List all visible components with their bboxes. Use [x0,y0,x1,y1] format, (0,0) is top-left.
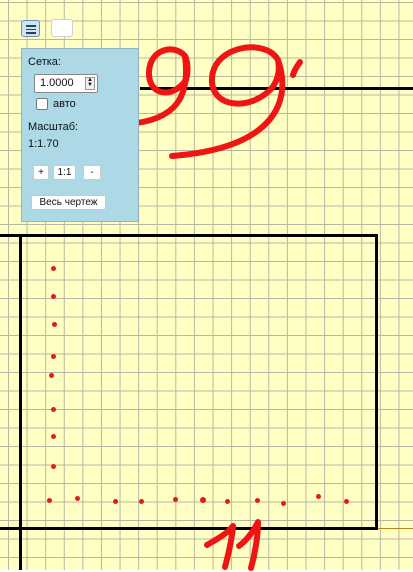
point[interactable] [173,497,178,502]
grid-size-value: 1.0000 [40,77,74,89]
grid-label: Сетка: [28,56,61,68]
point[interactable] [51,354,56,359]
point[interactable] [51,434,56,439]
point[interactable] [316,494,321,499]
zoom-in-button[interactable]: + [33,165,49,180]
menu-icon-bar [26,28,36,30]
point[interactable] [113,499,118,504]
point[interactable] [51,294,56,299]
menu-button[interactable] [21,20,40,37]
fit-drawing-button[interactable]: Весь чертеж [31,195,106,210]
secondary-button[interactable] [51,19,73,37]
menu-icon-bar [26,25,36,27]
bottom-line-extension [378,528,413,529]
point[interactable] [75,496,80,501]
zoom-out-button[interactable]: - [83,165,101,180]
point[interactable] [52,322,57,327]
rectangle-right-edge [375,234,378,530]
point[interactable] [344,499,349,504]
point[interactable] [51,407,56,412]
settings-panel: Сетка: 1.0000 ▲ ▼ авто Масштаб: 1:1.70 +… [21,48,139,222]
rectangle-left-edge [19,234,22,570]
point[interactable] [51,266,56,271]
scale-value: 1:1.70 [28,138,59,150]
rectangle-top-edge [0,234,378,237]
rectangle-bottom-edge [0,527,378,530]
point[interactable] [139,499,144,504]
grid-size-input[interactable]: 1.0000 ▲ ▼ [34,74,98,93]
point[interactable] [225,499,230,504]
reset-scale-button[interactable]: 1:1 [53,165,76,180]
point[interactable] [255,498,260,503]
point[interactable] [51,464,56,469]
menu-icon-bar [26,32,36,34]
stepper-down-icon[interactable]: ▼ [86,82,94,88]
auto-label: авто [53,98,76,110]
scale-label: Масштаб: [28,121,79,133]
point[interactable] [49,373,54,378]
point[interactable] [47,498,52,503]
grid-size-stepper[interactable]: ▲ ▼ [85,77,95,90]
point[interactable] [200,497,206,503]
point[interactable] [281,501,286,506]
handwritten-number-bottom [204,519,261,571]
auto-checkbox[interactable] [36,98,48,110]
